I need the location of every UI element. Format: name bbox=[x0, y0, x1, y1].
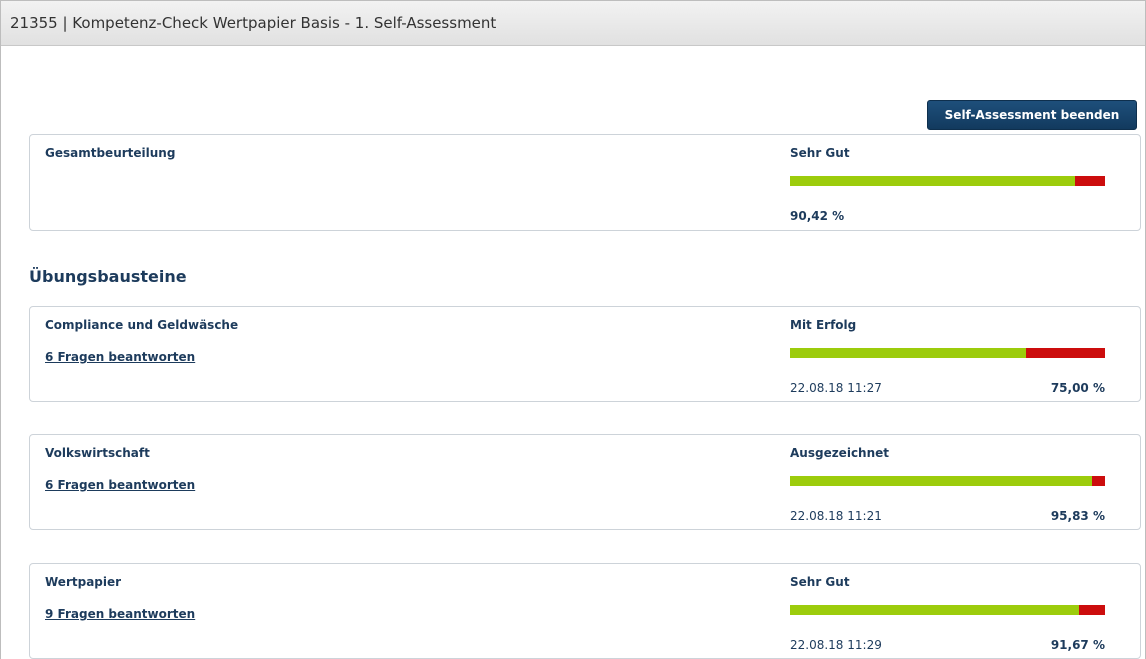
module-progress-bar bbox=[790, 605, 1105, 615]
module-card-wertpapier: Wertpapier 9 Fragen beantworten Sehr Gut… bbox=[29, 563, 1141, 659]
module-percent: 95,83 % bbox=[1050, 509, 1105, 523]
module-title: Wertpapier bbox=[45, 575, 122, 589]
overall-card: Gesamtbeurteilung Sehr Gut 90,42 % bbox=[29, 134, 1141, 231]
answer-questions-link[interactable]: 6 Fragen beantworten bbox=[45, 350, 195, 364]
module-card-compliance: Compliance und Geldwäsche 6 Fragen beant… bbox=[29, 306, 1141, 402]
module-progress-bar bbox=[790, 476, 1105, 486]
module-title: Volkswirtschaft bbox=[45, 446, 150, 460]
module-title: Compliance und Geldwäsche bbox=[45, 318, 239, 332]
overall-percent: 90,42 % bbox=[790, 209, 845, 223]
module-card-volkswirtschaft: Volkswirtschaft 6 Fragen beantworten Aus… bbox=[29, 434, 1141, 530]
title-bar: 21355 | Kompetenz-Check Wertpapier Basis… bbox=[1, 0, 1145, 46]
end-self-assessment-button[interactable]: Self-Assessment beenden bbox=[927, 100, 1137, 130]
overall-progress-fill bbox=[790, 176, 1075, 186]
overall-rating: Sehr Gut bbox=[790, 146, 850, 160]
module-progress-fill bbox=[790, 605, 1079, 615]
overall-title: Gesamtbeurteilung bbox=[45, 146, 176, 160]
module-progress-fill bbox=[790, 476, 1092, 486]
section-heading: Übungsbausteine bbox=[29, 267, 187, 286]
app-window: 21355 | Kompetenz-Check Wertpapier Basis… bbox=[0, 0, 1146, 659]
overall-progress-bar bbox=[790, 176, 1105, 186]
module-percent: 75,00 % bbox=[1050, 381, 1105, 395]
module-progress-fill bbox=[790, 348, 1027, 358]
module-rating: Mit Erfolg bbox=[790, 318, 857, 332]
module-rating: Sehr Gut bbox=[790, 575, 850, 589]
module-percent: 91,67 % bbox=[1050, 638, 1105, 652]
answer-questions-link[interactable]: 6 Fragen beantworten bbox=[45, 478, 195, 492]
module-progress-bar bbox=[790, 348, 1105, 358]
answer-questions-link[interactable]: 9 Fragen beantworten bbox=[45, 607, 195, 621]
module-rating: Ausgezeichnet bbox=[790, 446, 890, 460]
window-title: 21355 | Kompetenz-Check Wertpapier Basis… bbox=[10, 14, 497, 32]
